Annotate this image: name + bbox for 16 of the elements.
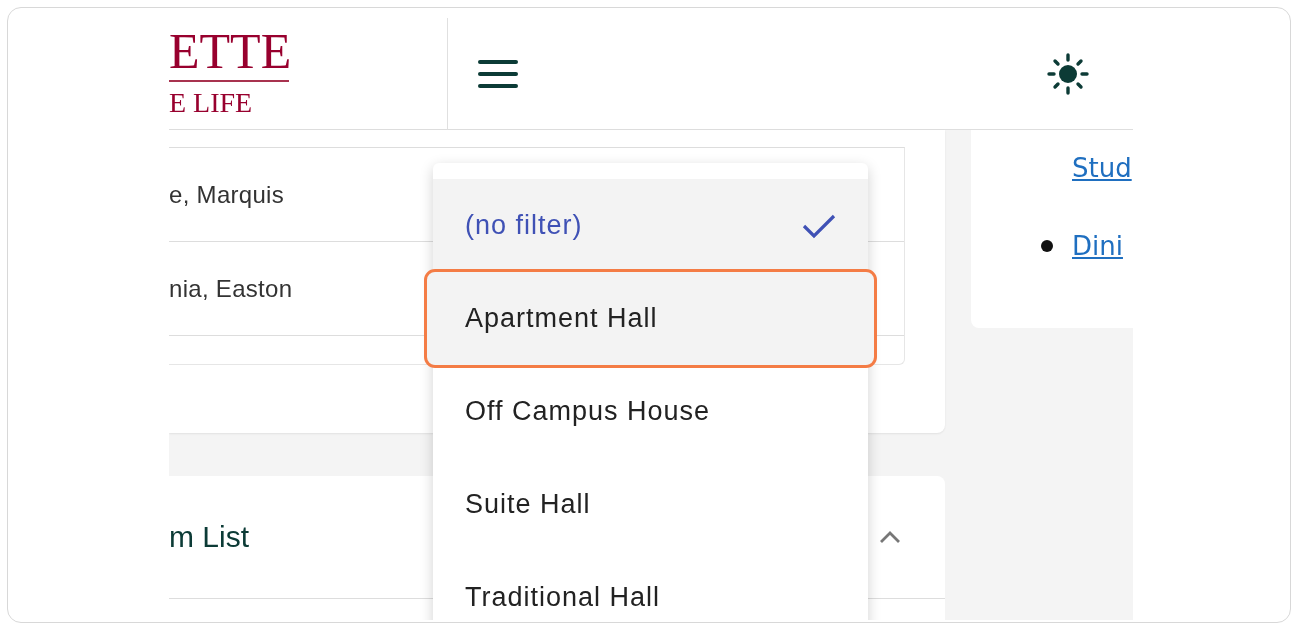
- dropdown-option[interactable]: Apartment Hall: [427, 272, 874, 365]
- sidebar-link[interactable]: Stud: [1072, 153, 1132, 183]
- dropdown-option[interactable]: Traditional Hall: [433, 551, 868, 620]
- check-icon: [802, 212, 836, 239]
- chevron-icon[interactable]: [879, 530, 901, 544]
- bullet-icon: [1041, 240, 1053, 252]
- table-cell: e, Marquis: [169, 180, 285, 209]
- table-cell: nia, Easton: [169, 274, 293, 303]
- sun-icon[interactable]: [1046, 51, 1090, 96]
- dropdown-option[interactable]: Suite Hall: [433, 458, 868, 551]
- dropdown-option[interactable]: (no filter): [433, 179, 868, 272]
- section-title: m List: [169, 520, 249, 554]
- dropdown-option[interactable]: Off Campus House: [433, 365, 868, 458]
- sidebar-link[interactable]: Dini: [1072, 231, 1123, 261]
- menu-icon[interactable]: [478, 58, 518, 89]
- logo[interactable]: ETTE E LIFE: [169, 18, 448, 130]
